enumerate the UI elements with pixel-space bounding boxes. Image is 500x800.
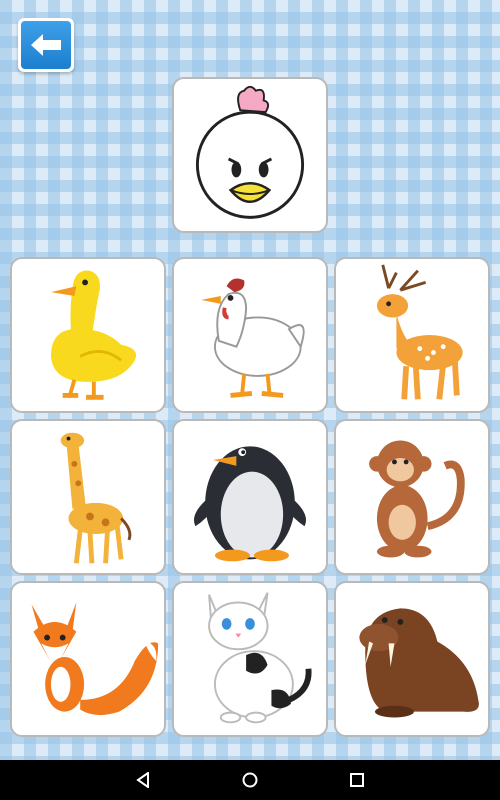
- arrow-left-icon: [31, 34, 61, 56]
- choice-card-hen[interactable]: [172, 257, 328, 413]
- triangle-back-icon[interactable]: [132, 769, 154, 791]
- choice-card-deer[interactable]: [334, 257, 490, 413]
- circle-home-icon[interactable]: [239, 769, 261, 791]
- choice-card-cat[interactable]: [172, 581, 328, 737]
- fox-icon: [31, 602, 159, 723]
- choice-card-duck[interactable]: [10, 257, 166, 413]
- choice-card-fox[interactable]: [10, 581, 166, 737]
- choice-card-penguin[interactable]: [172, 419, 328, 575]
- target-card: [172, 77, 328, 233]
- chicken-face-icon: [195, 85, 305, 219]
- back-button[interactable]: [18, 18, 74, 72]
- duck-icon: [50, 270, 137, 400]
- hen-icon: [201, 278, 305, 398]
- square-recents-icon[interactable]: [346, 769, 368, 791]
- penguin-icon: [193, 446, 307, 562]
- choice-card-walrus[interactable]: [334, 581, 490, 737]
- walrus-icon: [359, 608, 479, 718]
- cat-icon: [208, 592, 312, 724]
- system-navbar: [0, 760, 500, 800]
- monkey-icon: [369, 440, 465, 558]
- choice-card-monkey[interactable]: [334, 419, 490, 575]
- deer-icon: [376, 264, 463, 400]
- giraffe-icon: [60, 432, 132, 564]
- choice-card-giraffe[interactable]: [10, 419, 166, 575]
